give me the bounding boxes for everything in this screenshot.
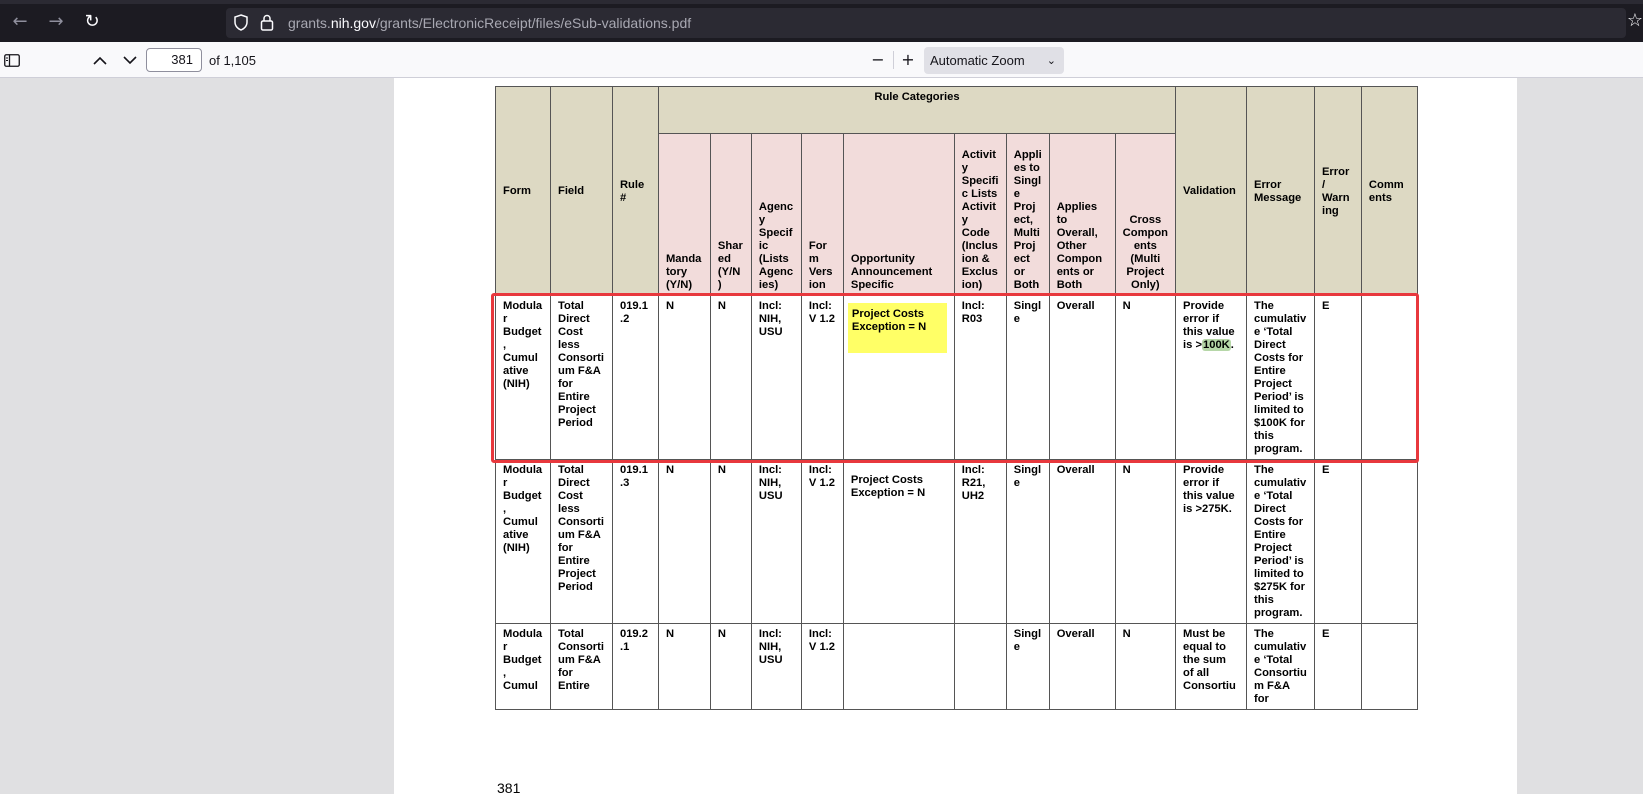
header-validation: Validation: [1175, 86, 1247, 296]
page-number-input[interactable]: 381: [146, 48, 202, 72]
sidebar-toggle-icon[interactable]: [4, 54, 20, 67]
bookmark-star-icon[interactable]: ☆: [1627, 10, 1643, 31]
cell-opportunity: [842, 623, 955, 710]
page-count-label: of 1,105: [209, 53, 256, 68]
url-path: /grants/ElectronicReceipt/files/eSub-val…: [375, 15, 692, 31]
table-row: Modula r Budget , Cumul Total Consorti u…: [495, 623, 1419, 710]
cell-validation: Provide error if this value is >275K.: [1175, 459, 1247, 624]
cell-form-version: Incl: V 1.2: [800, 459, 844, 624]
header-applies-overall: Applies to Overall, Other Compon ents or…: [1048, 133, 1116, 296]
cell-activity: Incl: R21, UH2: [953, 459, 1007, 624]
next-page-icon[interactable]: [123, 56, 137, 65]
url-text[interactable]: grants.nih.gov/grants/ElectronicReceipt/…: [288, 15, 691, 31]
forward-arrow-icon[interactable]: →: [44, 10, 68, 34]
cell-applies-overall: Overall: [1048, 459, 1116, 624]
cell-opportunity: Project Costs Exception = N: [842, 459, 955, 624]
cell-applies-single: Singl e: [1005, 459, 1050, 624]
cell-comments: [1360, 623, 1419, 710]
cell-comments: [1360, 459, 1419, 624]
cell-error-message: The cumulativ e ‘Total Consortiu m F&A f…: [1245, 623, 1315, 710]
pdf-toolbar: 381 of 1,105 − + Automatic Zoom ⌄: [0, 42, 1643, 78]
cell-error-warning: E: [1313, 459, 1362, 624]
previous-page-icon[interactable]: [93, 56, 107, 65]
cell-agency: Incl: NIH, USU: [750, 623, 802, 710]
header-activity: Activit y Specifi c Lists Activit y Code…: [953, 133, 1007, 296]
header-mandatory: Manda tory (Y/N): [657, 133, 711, 296]
header-error-warning: Error / Warn ing: [1313, 86, 1362, 296]
header-comments: Comm ents: [1360, 86, 1419, 296]
tab-strip: [0, 0, 1643, 4]
zoom-in-icon[interactable]: +: [896, 48, 920, 72]
header-form: Form: [495, 86, 551, 296]
cell-field: Total Direct Cost less Consorti um F&A f…: [549, 459, 613, 624]
cell-mandatory: N: [657, 623, 711, 710]
red-annotation-box: [491, 292, 1419, 463]
zoom-out-icon[interactable]: −: [866, 48, 890, 72]
zoom-select-value: Automatic Zoom: [930, 53, 1025, 68]
shield-icon[interactable]: [234, 14, 248, 31]
toolbar-separator: [893, 51, 894, 69]
chevron-down-icon: ⌄: [1046, 54, 1056, 67]
cell-agency: Incl: NIH, USU: [750, 459, 802, 624]
cell-error-warning: E: [1313, 623, 1362, 710]
header-rule-categories: Rule Categories: [657, 86, 1177, 134]
cell-mandatory: N: [657, 459, 711, 624]
zoom-select[interactable]: Automatic Zoom ⌄: [924, 47, 1064, 74]
reload-icon[interactable]: ↻: [80, 10, 104, 34]
header-group-row: Form Field Rule # Rule Categories Valida…: [495, 86, 1419, 296]
header-shared: Shar ed (Y/N ): [709, 133, 752, 296]
header-agency: Agenc y Specif ic (Lists Agenc ies): [750, 133, 802, 296]
header-cross-components: Cross Compon ents (Multi Project Only): [1114, 133, 1177, 296]
cell-validation: Must be equal to the sum of all Consorti…: [1175, 623, 1247, 710]
cell-rule: 019.1 .3: [611, 459, 659, 624]
page-number-footer: 381: [497, 780, 521, 794]
url-host: nih.gov: [330, 15, 376, 31]
cell-applies-overall: Overall: [1048, 623, 1116, 710]
cell-cross: N: [1114, 459, 1177, 624]
cell-form-version: Incl: V 1.2: [800, 623, 844, 710]
table-row: Modula r Budget , Cumul ative (NIH) Tota…: [495, 459, 1419, 624]
cell-cross: N: [1114, 623, 1177, 710]
cell-activity: [953, 623, 1007, 710]
cell-error-message: The cumulativ e ‘Total Direct Costs for …: [1245, 459, 1315, 624]
cell-applies-single: Singl e: [1005, 623, 1050, 710]
header-rule: Rule #: [611, 86, 659, 296]
address-bar[interactable]: grants.nih.gov/grants/ElectronicReceipt/…: [226, 8, 1626, 38]
cell-form: Modula r Budget , Cumul: [495, 623, 551, 710]
url-prefix: grants.: [288, 15, 331, 31]
browser-toolbar: ← → ↻ grants.nih.gov/grants/ElectronicRe…: [0, 0, 1643, 42]
header-opportunity: Opportunity Announcement Specific: [842, 133, 955, 296]
cell-rule: 019.2 .1: [611, 623, 659, 710]
cell-form: Modula r Budget , Cumul ative (NIH): [495, 459, 551, 624]
lock-icon[interactable]: [260, 14, 274, 31]
header-field: Field: [549, 86, 613, 296]
header-error-message: Error Message: [1245, 86, 1315, 296]
header-applies-single: Appli es to Singl e Proj ect, Multi Proj…: [1005, 133, 1050, 296]
cell-shared: N: [709, 459, 752, 624]
cell-shared: N: [709, 623, 752, 710]
cell-field: Total Consorti um F&A for Entire: [549, 623, 613, 710]
back-arrow-icon[interactable]: ←: [8, 10, 32, 34]
header-form-version: For m Vers ion: [800, 133, 844, 296]
